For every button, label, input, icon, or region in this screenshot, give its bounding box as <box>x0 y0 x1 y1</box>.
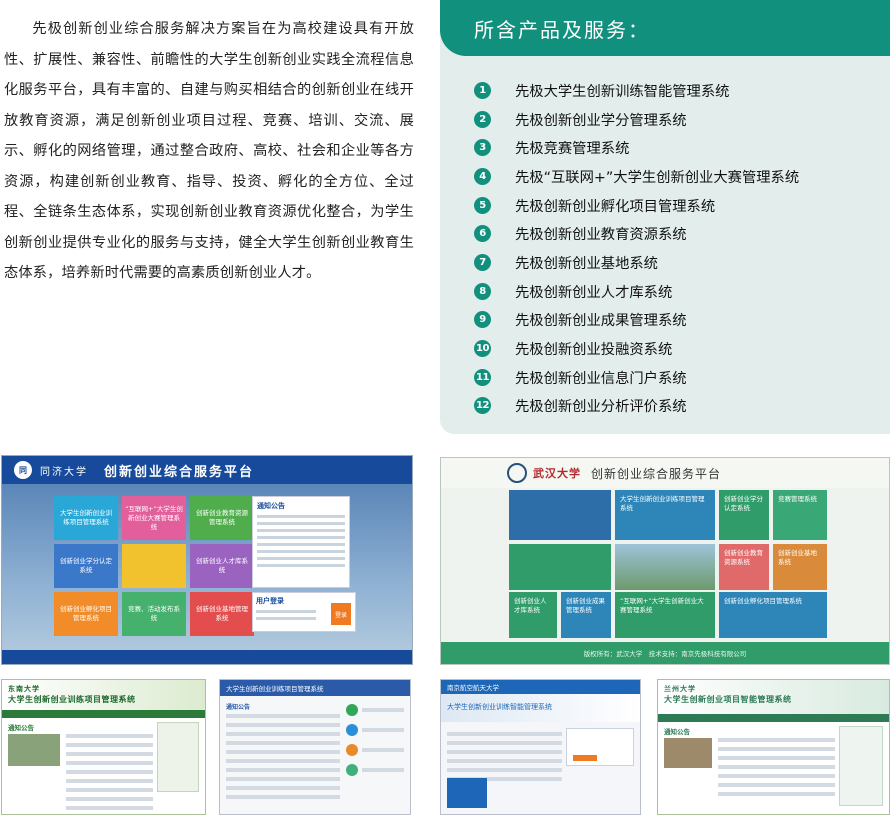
southeast-banner: 东南大学 大学生创新创业训练项目管理系统 <box>2 680 205 710</box>
wuhan-login-box <box>509 544 611 590</box>
product-name: 先极创新创业基地系统 <box>515 255 658 272</box>
product-item: 6 先极创新创业教育资源系统 <box>474 219 799 248</box>
wuhan-campus-photo <box>615 544 715 590</box>
product-number-badge: 6 <box>474 225 491 243</box>
product-number-badge: 5 <box>474 196 491 214</box>
product-number-badge: 4 <box>474 167 491 185</box>
product-item: 3 先极竞赛管理系统 <box>474 133 799 162</box>
wuhan-header: 武汉大学 创新创业综合服务平台 <box>441 458 889 488</box>
wuhan-seal-icon <box>507 463 527 483</box>
product-item: 8 先极创新创业人才库系统 <box>474 277 799 306</box>
wuhan-system-tile[interactable]: 创新创业基地系统 <box>773 544 827 590</box>
product-name: 先极竞赛管理系统 <box>515 141 630 158</box>
tongji-system-tile[interactable]: 创新创业学分认定系统 <box>54 544 118 588</box>
tongji-logo-icon: 同 <box>14 461 32 479</box>
products-panel-header: 所含产品及服务： <box>440 0 890 56</box>
wuhan-system-tile[interactable]: 创新创业孵化项目管理系统 <box>719 592 827 638</box>
wuhan-tile-area: 大学生创新创业训练项目管理系统 创新创业学分认定系统 竞赛管理系统 创新创业教育资源系… <box>509 490 827 638</box>
southeast-system-title: 大学生创新创业训练项目管理系统 <box>8 695 136 704</box>
product-item: 2 先极创新创业学分管理系统 <box>474 105 799 134</box>
tongji-tile-grid: 大学生创新创业训练项目管理系统 “互联网+”大学生创新创业大赛管理系统 创新创业教育… <box>54 496 254 636</box>
intro-paragraph: 先极创新创业综合服务解决方案旨在为高校建设具有开放性、扩展性、兼容性、前瞻性的大… <box>4 21 414 281</box>
product-item: 9 先极创新创业成果管理系统 <box>474 306 799 335</box>
tongji-login-box: 用户登录 登录 <box>252 592 356 632</box>
tongji-header: 同 同济大学 创新创业综合服务平台 <box>2 456 412 484</box>
tongji-news-box: 通知公告 <box>252 496 350 588</box>
wuhan-system-tile[interactable]: 创新创业人才库系统 <box>509 592 557 638</box>
tongji-footer <box>2 650 412 664</box>
tongji-system-tile[interactable]: 创新创业基地管理系统 <box>190 592 254 636</box>
product-item: 7 先极创新创业基地系统 <box>474 248 799 277</box>
wuhan-notice-box <box>509 490 611 540</box>
lanzhou-section-title: 通知公告 <box>664 728 690 736</box>
product-name: 先极创新创业人才库系统 <box>515 284 673 301</box>
product-item: 4 先极“互联网+”大学生创新创业大赛管理系统 <box>474 162 799 191</box>
product-list: 1 先极大学生创新训练智能管理系统 2 先极创新创业学分管理系统 3 先极竞赛管理系统 4 先… <box>474 76 799 420</box>
screenshot-southeast-system: 东南大学 大学生创新创业训练项目管理系统 通知公告 <box>1 679 206 815</box>
southeast-university-name: 东南大学 <box>8 685 40 693</box>
wuhan-system-tile[interactable]: 创新创业教育资源系统 <box>719 544 769 590</box>
product-name: 先极创新创业学分管理系统 <box>515 112 687 129</box>
southeast-section-title: 通知公告 <box>8 724 34 732</box>
tongji-system-tile[interactable]: 大学生创新创业训练项目管理系统 <box>54 496 118 540</box>
tongji-system-tile[interactable]: 创新创业人才库系统 <box>190 544 254 588</box>
training-banner: 大学生创新创业训练项目管理系统 <box>220 680 410 696</box>
tongji-system-tile[interactable]: 竞赛、活动发布系统 <box>122 592 186 636</box>
product-name: 先极创新创业教育资源系统 <box>515 227 687 244</box>
wuhan-system-tile[interactable]: 竞赛管理系统 <box>773 490 827 540</box>
tongji-system-tile[interactable]: 创新创业孵化项目管理系统 <box>54 592 118 636</box>
product-name: 先极创新创业信息门户系统 <box>515 370 687 387</box>
product-number-badge: 7 <box>474 253 491 271</box>
product-number-badge: 3 <box>474 139 491 157</box>
wuhan-system-tile[interactable]: 大学生创新创业训练项目管理系统 <box>615 490 715 540</box>
wuhan-platform-title: 创新创业综合服务平台 <box>591 466 722 481</box>
lanzhou-university-name: 兰州大学 <box>664 685 696 693</box>
wuhan-system-tile[interactable]: 创新创业学分认定系统 <box>719 490 769 540</box>
tongji-login-button[interactable]: 登录 <box>331 603 351 625</box>
product-item: 1 先极大学生创新训练智能管理系统 <box>474 76 799 105</box>
product-name: 先极创新创业投融资系统 <box>515 342 673 359</box>
tongji-platform-title: 创新创业综合服务平台 <box>104 464 255 480</box>
product-number-badge: 2 <box>474 110 491 128</box>
wuhan-system-tile[interactable]: 创新创业成果管理系统 <box>561 592 611 638</box>
tongji-news-title: 通知公告 <box>257 502 285 510</box>
product-number-badge: 1 <box>474 81 491 99</box>
training-section-title: 通知公告 <box>226 704 251 711</box>
product-item: 12 先极创新创业分析评价系统 <box>474 392 799 421</box>
product-name: 先极创新创业成果管理系统 <box>515 313 687 330</box>
tongji-system-tile[interactable] <box>122 544 186 588</box>
nuaa-topbar: 南京航空航天大学 <box>441 680 640 694</box>
product-name: 先极大学生创新训练智能管理系统 <box>515 83 730 100</box>
tongji-system-tile[interactable]: 创新创业教育资源管理系统 <box>190 496 254 540</box>
products-panel: 所含产品及服务： 1 先极大学生创新训练智能管理系统 2 先极创新创业学分管理系统 3 先… <box>440 0 890 434</box>
product-number-badge: 10 <box>474 340 491 358</box>
screenshot-wuhan-platform: 武汉大学 创新创业综合服务平台 大学生创新创业训练项目管理系统 创新创业学分认定系… <box>440 457 890 665</box>
product-item: 5 先极创新创业孵化项目管理系统 <box>474 191 799 220</box>
product-name: 先极创新创业分析评价系统 <box>515 399 687 416</box>
product-name: 先极“互联网+”大学生创新创业大赛管理系统 <box>515 169 800 186</box>
tongji-university-name: 同济大学 <box>40 466 88 478</box>
product-number-badge: 9 <box>474 311 491 329</box>
screenshot-nuaa-system: 南京航空航天大学 大学生创新创业训练智能管理系统 <box>440 679 641 815</box>
product-item: 11 先极创新创业信息门户系统 <box>474 363 799 392</box>
product-number-badge: 11 <box>474 368 491 386</box>
screenshot-lanzhou-system: 兰州大学 大学生创新创业项目智能管理系统 通知公告 <box>657 679 890 815</box>
screenshot-training-system: 大学生创新创业训练项目管理系统 通知公告 <box>219 679 411 815</box>
wuhan-system-tile[interactable]: “互联网+”大学生创新创业大赛管理系统 <box>615 592 715 638</box>
products-panel-title: 所含产品及服务： <box>474 17 650 42</box>
product-name: 先极创新创业孵化项目管理系统 <box>515 198 716 215</box>
nuaa-university-name: 南京航空航天大学 <box>447 684 499 692</box>
lanzhou-system-title: 大学生创新创业项目智能管理系统 <box>664 695 792 704</box>
nuaa-system-title: 大学生创新创业训练智能管理系统 <box>447 703 552 711</box>
wuhan-university-name: 武汉大学 <box>533 467 581 480</box>
lanzhou-banner: 兰州大学 大学生创新创业项目智能管理系统 <box>658 680 889 714</box>
product-number-badge: 8 <box>474 282 491 300</box>
product-item: 10 先极创新创业投融资系统 <box>474 334 799 363</box>
screenshot-tongji-platform: 同 同济大学 创新创业综合服务平台 大学生创新创业训练项目管理系统 “互联网+”大… <box>1 455 413 665</box>
training-system-title: 大学生创新创业训练项目管理系统 <box>226 685 324 693</box>
tongji-system-tile[interactable]: “互联网+”大学生创新创业大赛管理系统 <box>122 496 186 540</box>
product-number-badge: 12 <box>474 397 491 415</box>
wuhan-footer: 版权所有：武汉大学 技术支持：南京先极科技有限公司 <box>441 642 889 664</box>
